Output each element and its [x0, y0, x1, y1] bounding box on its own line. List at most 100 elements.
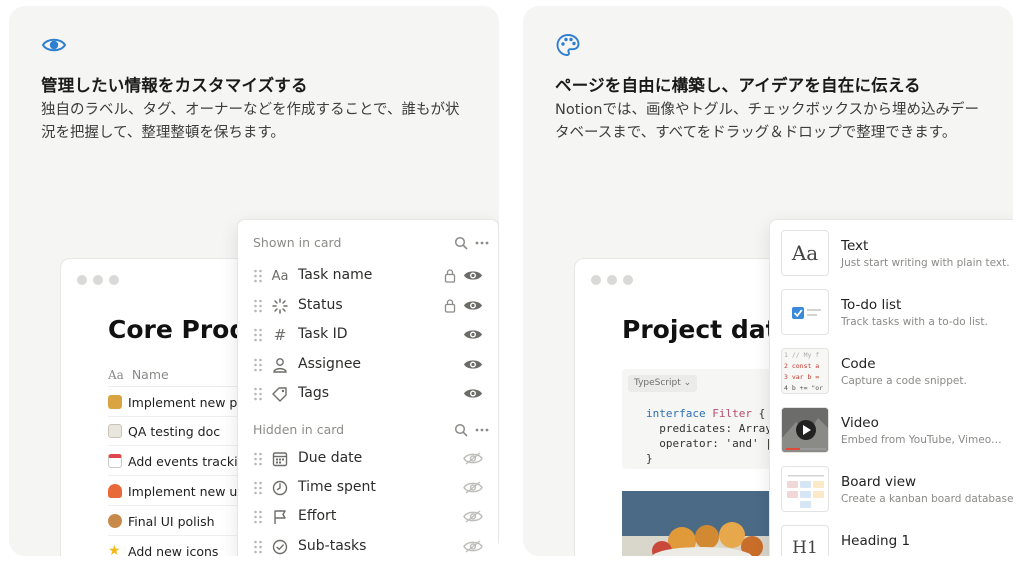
block-option-todo[interactable]: To-do list Track tasks with a to-do list…: [770, 283, 1013, 342]
drag-handle-icon[interactable]: [253, 510, 263, 524]
hidden-eye-icon[interactable]: [463, 510, 483, 523]
block-option-video[interactable]: Video Embed from YouTube, Vimeo…: [770, 401, 1013, 460]
hidden-eye-icon[interactable]: [463, 540, 483, 553]
tag-icon: [272, 387, 287, 402]
shown-section-header: Shown in card: [238, 231, 498, 255]
visible-eye-icon[interactable]: [463, 358, 483, 371]
column-header-label: Name: [131, 367, 169, 382]
code-language-select[interactable]: TypeScript ⌄: [628, 375, 698, 392]
property-row-sub-tasks[interactable]: Sub-tasks: [238, 532, 498, 556]
property-row-time-spent[interactable]: Time spent: [238, 473, 498, 502]
block-option-board-view[interactable]: Board view Create a kanban board databas…: [770, 460, 1013, 519]
row-label: Final UI polish: [128, 513, 215, 529]
lock-emoji-icon: [108, 395, 122, 409]
code-text: }: [646, 452, 653, 465]
right-card-title: ページを自由に構築し、アイデアを自在に伝える: [555, 76, 921, 95]
lock-icon: [444, 269, 456, 283]
property-label: Assignee: [298, 356, 362, 372]
property-row-tags[interactable]: Tags: [238, 379, 498, 408]
property-label: Sub-tasks: [298, 538, 367, 554]
block-description: Embed from YouTube, Vimeo…: [841, 434, 1002, 446]
calendar-emoji-icon: [108, 454, 122, 468]
visible-eye-icon[interactable]: [463, 387, 483, 400]
property-label: Tags: [298, 385, 329, 401]
drag-handle-icon[interactable]: [253, 452, 263, 466]
left-feature-card: 管理したい情報をカスタマイズする 独自のラベル、タグ、オーナーなどを作成すること…: [9, 6, 499, 556]
flag-icon: [274, 510, 286, 524]
palette-emoji-icon: [108, 514, 122, 528]
visible-eye-icon[interactable]: [463, 299, 483, 312]
search-icon[interactable]: [454, 236, 468, 250]
block-name: Text: [841, 238, 869, 254]
svg-text:3 var b =: 3 var b =: [784, 373, 819, 381]
block-name: Video: [841, 415, 879, 431]
drag-handle-icon[interactable]: [253, 540, 263, 554]
code-keyword: interface: [646, 407, 713, 420]
text-block-thumb-label: Aa: [791, 241, 819, 265]
property-label: Status: [298, 297, 343, 313]
eye-icon: [41, 38, 67, 52]
block-option-text[interactable]: Aa Text Just start writing with plain te…: [770, 224, 1013, 283]
property-label: Task ID: [298, 326, 348, 342]
lock-icon: [444, 299, 456, 313]
block-name: Code: [841, 356, 876, 372]
code-text: predicates: Array: [646, 422, 772, 435]
block-name: Board view: [841, 474, 917, 490]
status-icon: [272, 298, 288, 314]
calendar-icon: [272, 452, 288, 467]
row-label: Add events tracking: [128, 453, 254, 469]
block-name: To-do list: [841, 297, 902, 313]
code-snippet-icon: 1 // My f 2 const a 3 var b = 4 b += "or: [781, 348, 829, 394]
block-description: Create a kanban board database v: [841, 493, 1013, 505]
clock-icon: [272, 480, 288, 496]
hidden-section-header: Hidden in card: [238, 418, 498, 442]
code-language-label: TypeScript: [634, 378, 681, 388]
drag-handle-icon[interactable]: [253, 299, 263, 313]
property-label: Due date: [298, 450, 363, 466]
drag-handle-icon[interactable]: [253, 328, 263, 342]
property-label: Time spent: [298, 479, 376, 495]
property-row-status[interactable]: Status: [238, 291, 498, 320]
property-row-task-id[interactable]: # Task ID: [238, 320, 498, 349]
document-emoji-icon: [108, 424, 122, 438]
drag-handle-icon[interactable]: [253, 358, 263, 372]
more-options-icon[interactable]: [474, 236, 490, 250]
drag-handle-icon[interactable]: [253, 269, 263, 283]
property-row-effort[interactable]: Effort: [238, 502, 498, 531]
right-card-description: Notionでは、画像やトグル、チェックボックスから埋め込みデータベースまで、す…: [555, 102, 980, 141]
code-line: predicates: Array: [646, 422, 772, 435]
search-icon[interactable]: [454, 423, 468, 437]
row-label: QA testing doc: [128, 423, 221, 439]
code-line: operator: 'and' |: [646, 437, 772, 450]
block-option-heading-1[interactable]: H1 Heading 1: [770, 519, 1013, 556]
image-block[interactable]: [622, 491, 777, 556]
block-name: Heading 1: [841, 533, 911, 549]
property-label: Task name: [298, 267, 373, 283]
shown-section-label: Shown in card: [253, 235, 342, 250]
runner-emoji-icon: [108, 484, 122, 498]
drag-handle-icon[interactable]: [253, 481, 263, 495]
left-card-description: 独自のラベル、タグ、オーナーなどを作成することで、誰もが状況を把握して、整理整頓…: [41, 102, 460, 141]
visible-eye-icon[interactable]: [463, 328, 483, 341]
property-row-task-name[interactable]: Aa Task name: [238, 261, 498, 290]
property-row-assignee[interactable]: Assignee: [238, 350, 498, 379]
hidden-eye-icon[interactable]: [463, 481, 483, 494]
left-card-title: 管理したい情報をカスタマイズする: [41, 76, 308, 95]
code-text: operator: 'and' |: [646, 437, 772, 450]
hidden-section-label: Hidden in card: [253, 422, 345, 437]
hidden-eye-icon[interactable]: [463, 452, 483, 465]
block-description: Just start writing with plain text.: [841, 257, 1010, 269]
check-circle-icon: [272, 539, 288, 555]
heading-icon: H1: [781, 525, 829, 556]
drag-handle-icon[interactable]: [253, 387, 263, 401]
more-options-icon[interactable]: [474, 423, 490, 437]
number-property-icon: #: [273, 326, 287, 344]
heading-thumb-label: H1: [792, 538, 818, 556]
property-label: Effort: [298, 508, 337, 524]
svg-text:2 const a: 2 const a: [784, 362, 819, 370]
code-block[interactable]: TypeScript ⌄ interface Filter { predicat…: [622, 369, 777, 469]
property-row-due-date[interactable]: Due date: [238, 444, 498, 473]
block-option-code[interactable]: 1 // My f 2 const a 3 var b = 4 b += "or…: [770, 342, 1013, 401]
board-view-icon: [781, 466, 829, 512]
visible-eye-icon[interactable]: [463, 269, 483, 282]
